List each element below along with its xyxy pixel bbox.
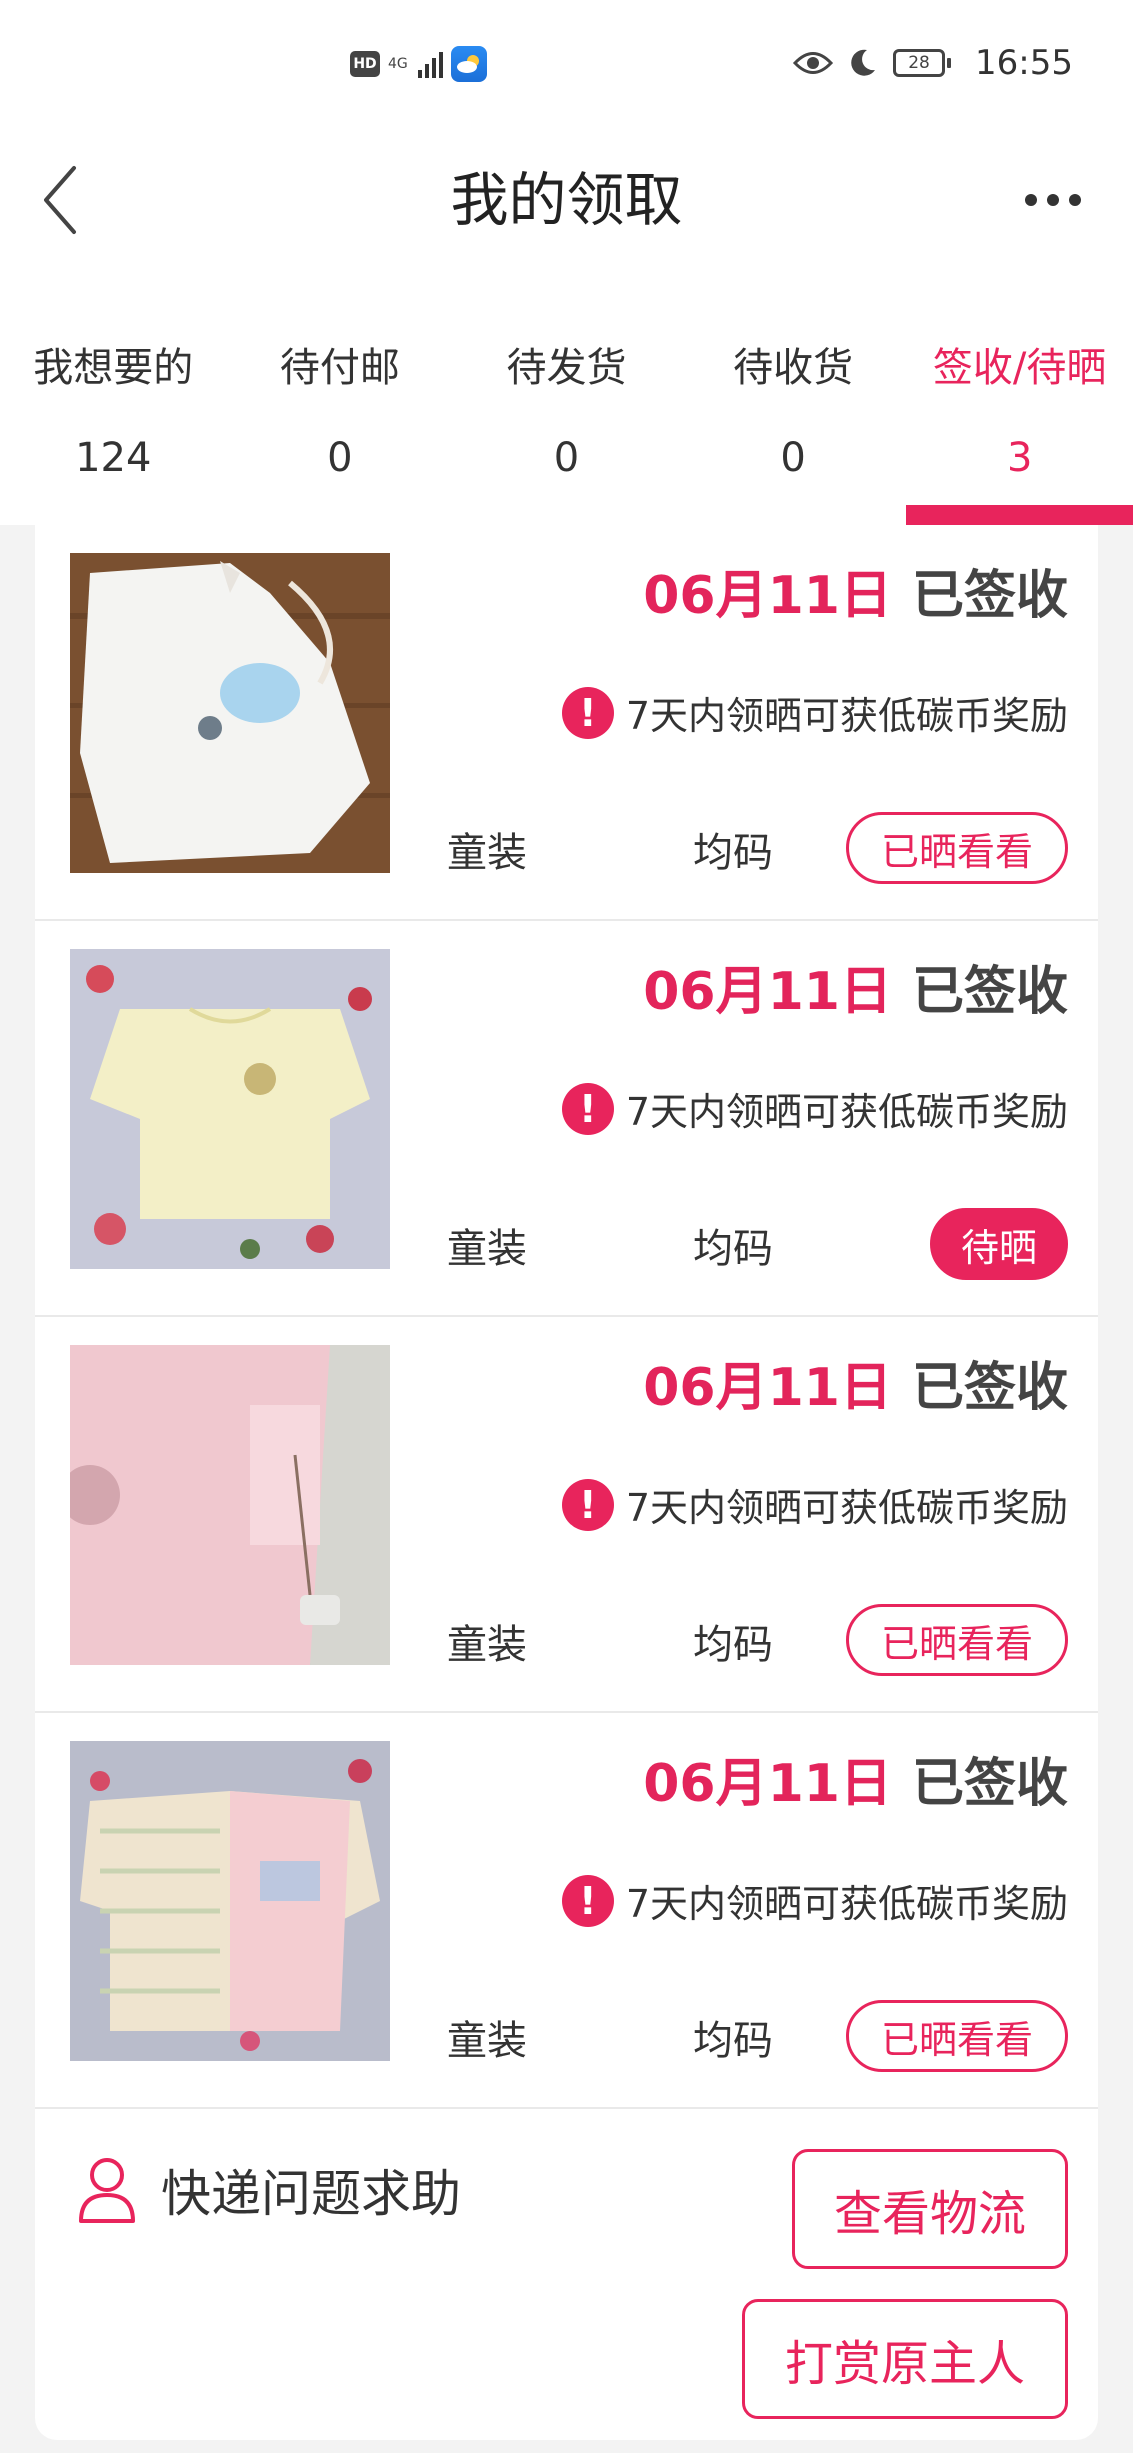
- network-type: 4G: [388, 56, 408, 72]
- item-category: 童装: [447, 1226, 527, 1272]
- view-logistics-button[interactable]: 查看物流: [792, 2149, 1068, 2269]
- receipt-status: 已签收: [911, 1358, 1068, 1418]
- receipt-date: 06月11日: [643, 566, 892, 626]
- reward-notice-text: 7天内领晒可获低碳币奖励: [625, 1090, 1068, 1134]
- reward-notice: ! 7天内领晒可获低碳币奖励: [561, 685, 1068, 740]
- receipt-date-line: 06月11日 已签收: [643, 1345, 1068, 1420]
- more-dots-icon: [1025, 194, 1037, 206]
- person-icon: [79, 2158, 135, 2223]
- item-category: 童装: [447, 2018, 527, 2064]
- receipt-date: 06月11日: [643, 1754, 892, 1814]
- receipt-date-line: 06月11日 已签收: [643, 1741, 1068, 1816]
- active-tab-indicator: [906, 505, 1133, 525]
- pending-share-button[interactable]: 待晒: [929, 1208, 1068, 1280]
- status-bar-system: 28 16:55: [793, 40, 1073, 86]
- receipt-date: 06月11日: [643, 962, 892, 1022]
- receipt-date-line: 06月11日 已签收: [643, 949, 1068, 1024]
- view-share-button[interactable]: 已晒看看: [845, 2000, 1068, 2072]
- tab-label: 签收/待晒: [932, 345, 1107, 391]
- tab-signed-pending-share[interactable]: 签收/待晒 3: [906, 310, 1133, 525]
- item-category: 童装: [447, 830, 527, 876]
- tab-count: 0: [553, 435, 580, 481]
- exclamation-circle-icon: !: [561, 686, 614, 739]
- reward-notice: ! 7天内领晒可获低碳币奖励: [561, 1081, 1068, 1136]
- item-photo[interactable]: [70, 1741, 390, 2061]
- tab-label: 我想要的: [33, 345, 194, 391]
- item-photo[interactable]: [70, 949, 390, 1269]
- weather-app-icon: [450, 46, 487, 82]
- item-size: 均码: [693, 1622, 773, 1668]
- moon-icon: [851, 49, 876, 76]
- signal-icon: [417, 50, 443, 78]
- item-category: 童装: [447, 1622, 527, 1668]
- tab-count: 0: [327, 435, 353, 481]
- battery-icon: 28: [893, 49, 952, 77]
- app-header: 我的领取: [0, 130, 1133, 310]
- hd-icon: HD: [350, 51, 380, 77]
- tab-count: 124: [75, 435, 152, 481]
- received-items-list: 06月11日 已签收 ! 7天内领晒可获低碳币奖励 童装 均码 已晒看看 06月…: [35, 525, 1098, 2440]
- status-bar-network: HD 4G: [350, 44, 487, 84]
- exclamation-circle-icon: !: [561, 1082, 614, 1135]
- item-photo[interactable]: [70, 1345, 390, 1665]
- receipt-date: 06月11日: [643, 1358, 892, 1418]
- order-actions: 快递问题求助 查看物流 打赏原主人: [35, 2109, 1098, 2440]
- tab-label: 待付邮: [279, 345, 400, 391]
- page-title: 我的领取: [450, 166, 683, 234]
- exclamation-circle-icon: !: [561, 1478, 614, 1531]
- list-item[interactable]: 06月11日 已签收 ! 7天内领晒可获低碳币奖励 童装 均码 已晒看看: [35, 525, 1098, 921]
- receipt-status: 已签收: [911, 1754, 1068, 1814]
- more-button[interactable]: [1013, 150, 1093, 250]
- tab-label: 待发货: [506, 345, 627, 391]
- view-share-button[interactable]: 已晒看看: [845, 1604, 1068, 1676]
- item-size: 均码: [693, 2018, 773, 2064]
- reward-notice-text: 7天内领晒可获低碳币奖励: [625, 694, 1068, 738]
- reward-notice: ! 7天内领晒可获低碳币奖励: [561, 1477, 1068, 1532]
- list-item[interactable]: 06月11日 已签收 ! 7天内领晒可获低碳币奖励 童装 均码 已晒看看: [35, 1713, 1098, 2109]
- item-size: 均码: [693, 1226, 773, 1272]
- receipt-date-line: 06月11日 已签收: [643, 553, 1068, 628]
- list-item[interactable]: 06月11日 已签收 ! 7天内领晒可获低碳币奖励 童装 均码 待晒: [35, 921, 1098, 1317]
- reward-owner-button[interactable]: 打赏原主人: [742, 2299, 1068, 2419]
- reward-notice-text: 7天内领晒可获低碳币奖励: [625, 1486, 1068, 1530]
- status-bar: HD 4G 28 16:55: [0, 0, 1133, 130]
- clock: 16:55: [975, 43, 1073, 83]
- eye-icon: [793, 52, 834, 74]
- tab-label: 待收货: [733, 345, 854, 391]
- tab-count: 0: [780, 435, 806, 481]
- item-photo[interactable]: [70, 553, 390, 873]
- tab-pending-postage[interactable]: 待付邮 0: [227, 310, 454, 525]
- delivery-help-link[interactable]: 快递问题求助: [75, 2154, 461, 2226]
- item-size: 均码: [693, 830, 773, 876]
- reward-notice-text: 7天内领晒可获低碳币奖励: [625, 1882, 1068, 1926]
- order-status-tabs: 我想要的 124 待付邮 0 待发货 0 待收货 0 签收/待晒 3: [0, 310, 1133, 525]
- tab-count: 3: [1006, 435, 1033, 481]
- delivery-help-label: 快递问题求助: [161, 2165, 461, 2223]
- receipt-status: 已签收: [911, 962, 1068, 1022]
- tab-pending-receipt[interactable]: 待收货 0: [680, 310, 907, 525]
- tab-wanted[interactable]: 我想要的 124: [0, 310, 227, 525]
- receipt-status: 已签收: [911, 566, 1068, 626]
- exclamation-circle-icon: !: [561, 1874, 614, 1927]
- tab-pending-shipment[interactable]: 待发货 0: [453, 310, 680, 525]
- list-item[interactable]: 06月11日 已签收 ! 7天内领晒可获低碳币奖励 童装 均码 已晒看看: [35, 1317, 1098, 1713]
- reward-notice: ! 7天内领晒可获低碳币奖励: [561, 1873, 1068, 1928]
- view-share-button[interactable]: 已晒看看: [845, 812, 1068, 884]
